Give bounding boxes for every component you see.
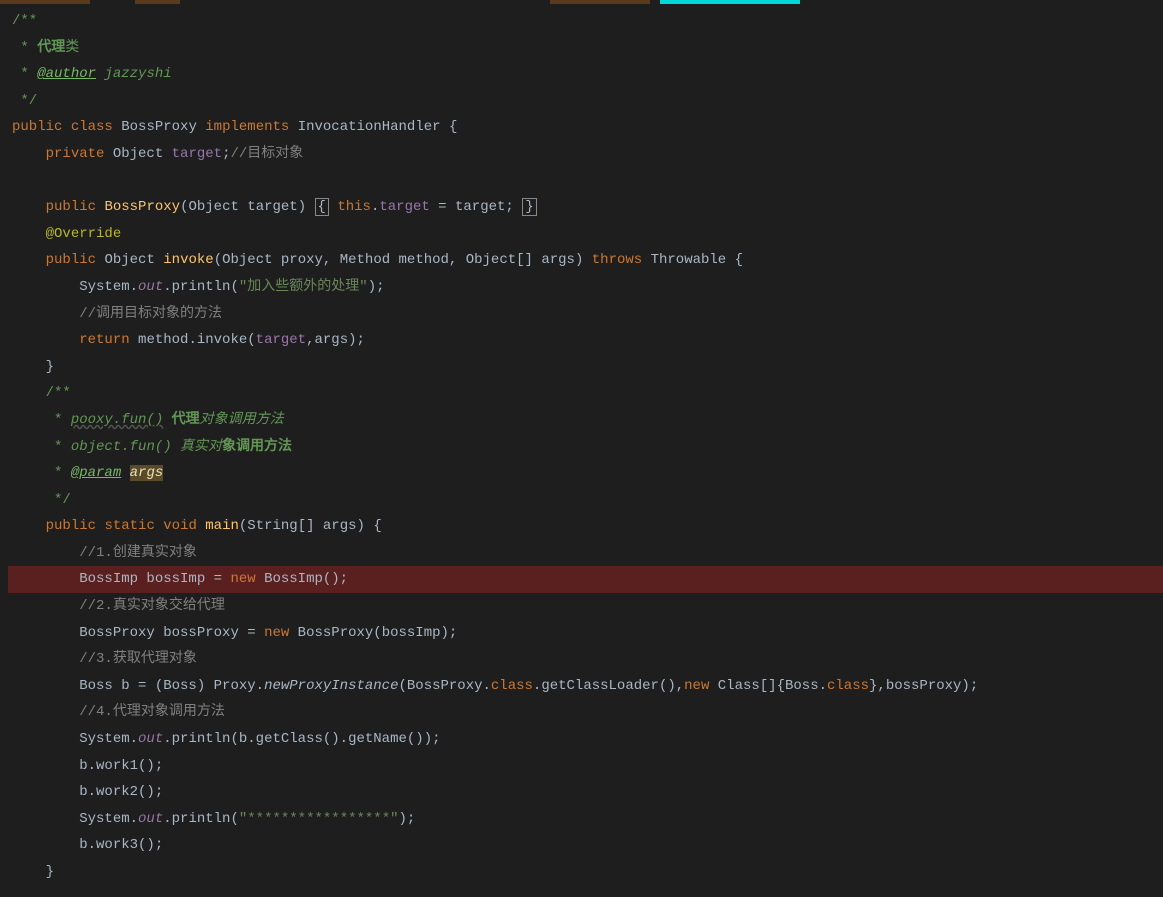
code-line: //3.获取代理对象 xyxy=(8,646,1163,673)
code-line: b.work3(); xyxy=(8,832,1163,859)
code-line: * @param args xyxy=(8,460,1163,487)
code-line: return method.invoke(target,args); xyxy=(8,327,1163,354)
code-line: b.work2(); xyxy=(8,779,1163,806)
code-line: } xyxy=(8,354,1163,381)
code-line: //2.真实对象交给代理 xyxy=(8,593,1163,620)
code-line: } xyxy=(8,859,1163,886)
code-line: public BossProxy(Object target) { this.t… xyxy=(8,194,1163,221)
code-line xyxy=(8,168,1163,195)
code-line: /** xyxy=(8,8,1163,35)
code-line: */ xyxy=(8,487,1163,514)
code-line: */ xyxy=(8,88,1163,115)
code-line: Boss b = (Boss) Proxy.newProxyInstance(B… xyxy=(8,673,1163,700)
code-line: * pooxy.fun() 代理对象调用方法 xyxy=(8,407,1163,434)
code-line: * object.fun() 真实对象调用方法 xyxy=(8,434,1163,461)
code-line: System.out.println("加入些额外的处理"); xyxy=(8,274,1163,301)
code-line: System.out.println(b.getClass().getName(… xyxy=(8,726,1163,753)
code-line: b.work1(); xyxy=(8,753,1163,780)
code-line: BossProxy bossProxy = new BossProxy(boss… xyxy=(8,620,1163,647)
code-line: private Object target;//目标对象 xyxy=(8,141,1163,168)
code-editor[interactable]: /** * 代理类 * @author jazzyshi */ public c… xyxy=(0,4,1163,886)
code-line: //1.创建真实对象 xyxy=(8,540,1163,567)
code-line: @Override xyxy=(8,221,1163,248)
code-line: public Object invoke(Object proxy, Metho… xyxy=(8,247,1163,274)
code-line: * @author jazzyshi xyxy=(8,61,1163,88)
code-line: * 代理类 xyxy=(8,35,1163,62)
code-line-highlighted: BossImp bossImp = new BossImp(); xyxy=(8,566,1163,593)
code-line: public static void main(String[] args) { xyxy=(8,513,1163,540)
code-line: //调用目标对象的方法 xyxy=(8,301,1163,328)
code-line: /** xyxy=(8,380,1163,407)
code-line: public class BossProxy implements Invoca… xyxy=(8,114,1163,141)
code-line: //4.代理对象调用方法 xyxy=(8,699,1163,726)
code-line: System.out.println("*****************"); xyxy=(8,806,1163,833)
